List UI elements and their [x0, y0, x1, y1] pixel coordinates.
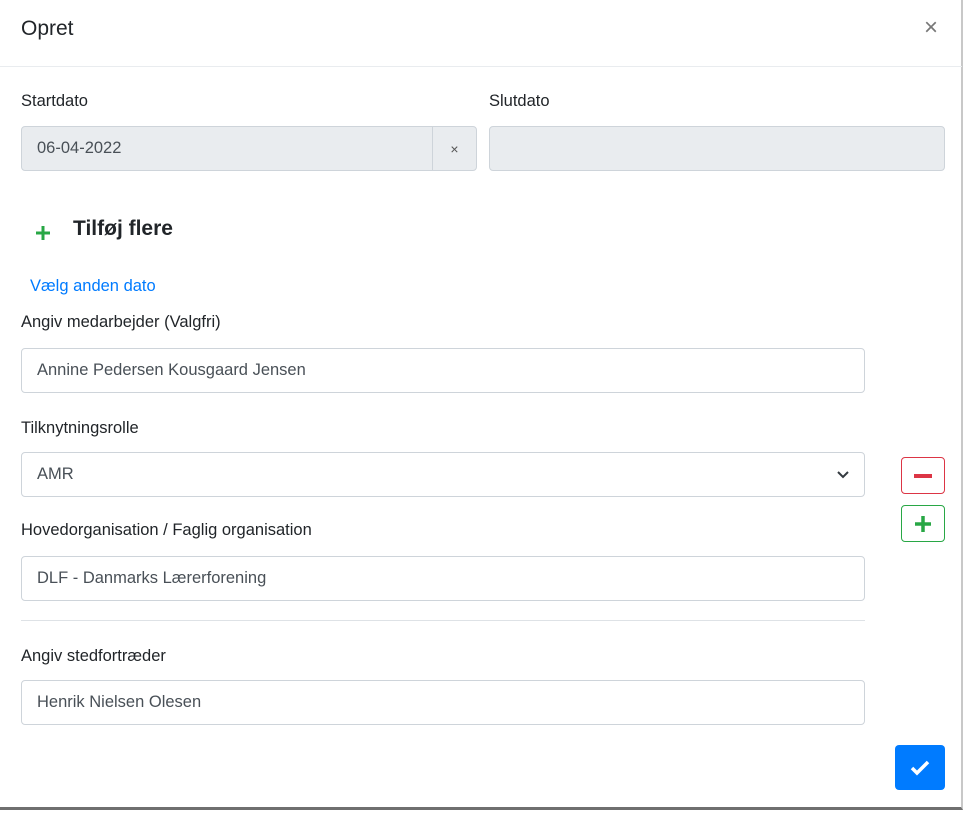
role-select[interactable]: AMR [21, 452, 865, 497]
start-date-input[interactable]: 06-04-2022 [21, 126, 433, 171]
add-more-button[interactable]: Tilføj flere [34, 217, 173, 242]
remove-row-button[interactable] [901, 457, 945, 494]
role-label: Tilknytningsrolle [21, 419, 139, 437]
start-date-label: Startdato [21, 92, 88, 110]
employee-label: Angiv medarbejder (Valgfri) [21, 313, 221, 331]
check-icon [910, 760, 930, 775]
header-divider [0, 66, 962, 67]
substitute-input[interactable]: Henrik Nielsen Olesen [21, 680, 865, 725]
choose-other-date-link[interactable]: Vælg anden dato [30, 277, 156, 296]
plus-icon [915, 515, 931, 532]
dialog-title: Opret [21, 17, 74, 40]
plus-icon [36, 226, 50, 240]
end-date-label: Slutdato [489, 92, 550, 110]
minus-icon [914, 473, 932, 478]
section-divider [21, 620, 865, 621]
add-more-label: Tilføj flere [73, 217, 173, 240]
role-value: AMR [37, 465, 74, 483]
end-date-input[interactable] [489, 126, 945, 171]
employee-input[interactable]: Annine Pedersen Kousgaard Jensen [21, 348, 865, 393]
add-row-button[interactable] [901, 505, 945, 542]
substitute-label: Angiv stedfortræder [21, 647, 166, 665]
chevron-down-icon [837, 470, 849, 478]
close-button[interactable]: × [924, 14, 938, 42]
clear-date-button[interactable]: × [432, 126, 477, 171]
organisation-label: Hovedorganisation / Faglig organisation [21, 521, 312, 539]
organisation-input[interactable]: DLF - Danmarks Lærerforening [21, 556, 865, 601]
submit-button[interactable] [895, 745, 945, 790]
